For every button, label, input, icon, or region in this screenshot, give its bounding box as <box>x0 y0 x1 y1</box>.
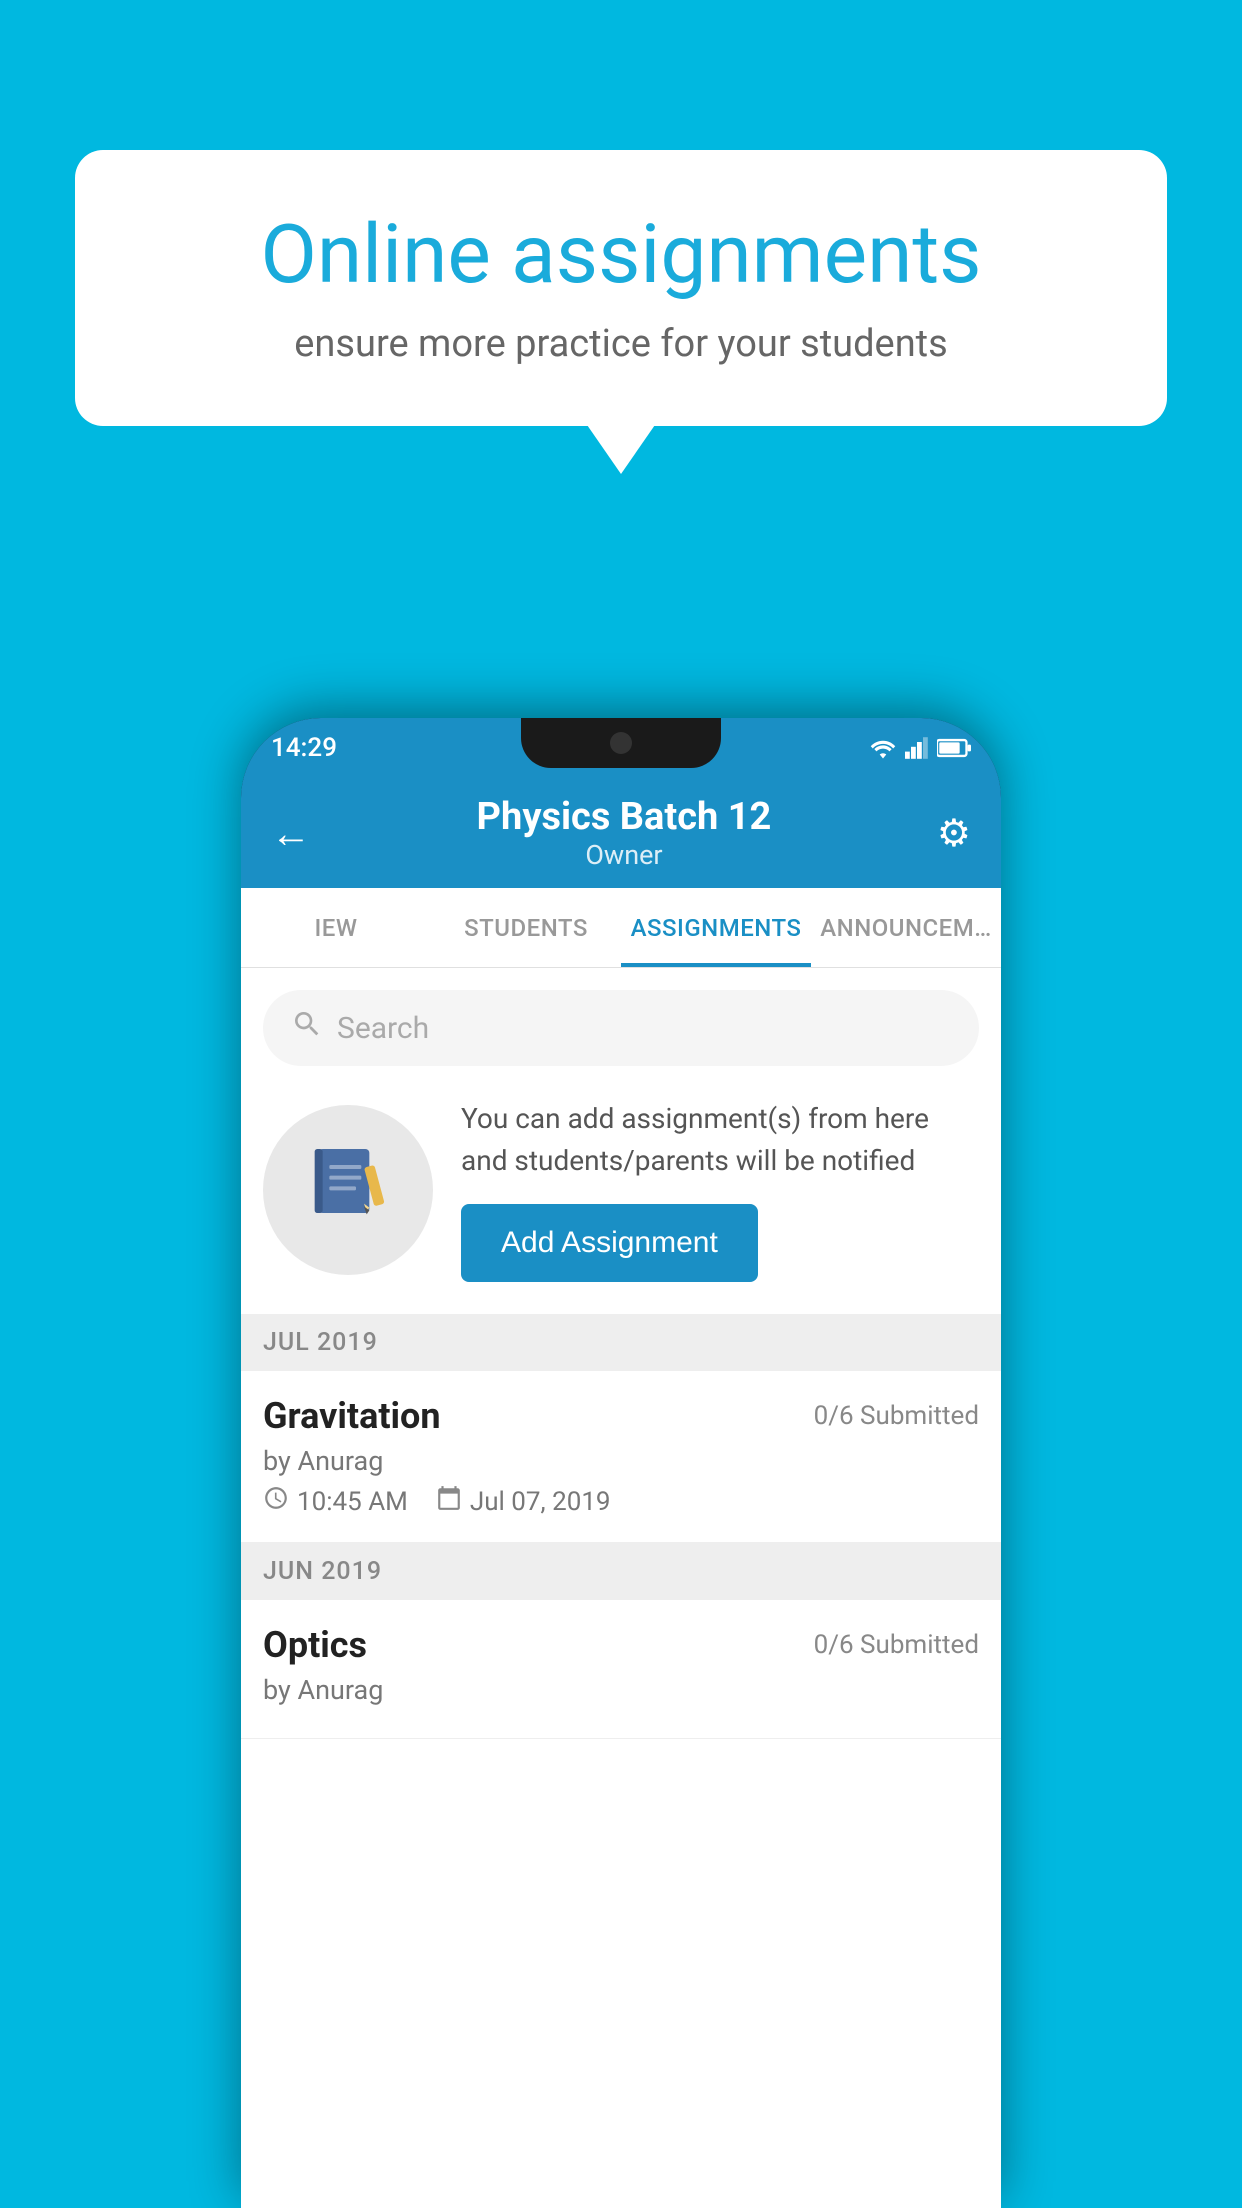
add-assignment-promo: You can add assignment(s) from here and … <box>263 1088 979 1292</box>
notebook-icon <box>308 1141 388 1239</box>
signal-icon <box>905 737 929 759</box>
status-time: 14:29 <box>271 733 337 763</box>
assignment-optics-by: by Anurag <box>263 1674 979 1706</box>
section-jun-2019: JUN 2019 <box>241 1543 1001 1600</box>
gravitation-time: 10:45 AM <box>297 1487 408 1517</box>
app-header: ← Physics Batch 12 Owner ⚙ <box>241 778 1001 888</box>
header-subtitle: Owner <box>477 839 772 871</box>
search-icon <box>291 1008 323 1048</box>
battery-icon <box>937 737 971 759</box>
speech-bubble-container: Online assignments ensure more practice … <box>75 150 1167 426</box>
add-assignment-button[interactable]: Add Assignment <box>461 1204 758 1282</box>
tab-iew[interactable]: IEW <box>241 888 431 967</box>
assignment-icon-circle <box>263 1105 433 1275</box>
search-svg <box>291 1008 323 1040</box>
phone-notch <box>521 718 721 768</box>
assignment-optics-header: Optics 0/6 Submitted <box>263 1624 979 1666</box>
header-title: Physics Batch 12 <box>477 795 772 839</box>
section-jun-label: JUN 2019 <box>263 1557 382 1586</box>
tabs-bar: IEW STUDENTS ASSIGNMENTS ANNOUNCEM… <box>241 888 1001 968</box>
phone-frame: 14:29 ← Phys <box>241 718 1001 2208</box>
tab-assignments[interactable]: ASSIGNMENTS <box>621 888 811 967</box>
assignment-gravitation-datetime: 10:45 AM Jul 07, 2019 <box>263 1485 979 1518</box>
promo-description: You can add assignment(s) from here and … <box>461 1098 979 1182</box>
speech-bubble-subtitle: ensure more practice for your students <box>145 322 1097 366</box>
camera-icon <box>610 732 632 754</box>
settings-button[interactable]: ⚙ <box>937 811 971 856</box>
assignment-gravitation[interactable]: Gravitation 0/6 Submitted by Anurag 10:4… <box>241 1371 1001 1543</box>
promo-right: You can add assignment(s) from here and … <box>461 1098 979 1282</box>
back-button[interactable]: ← <box>271 810 311 857</box>
section-jul-2019: JUL 2019 <box>241 1314 1001 1371</box>
assignment-optics-name: Optics <box>263 1624 367 1666</box>
assignment-gravitation-by: by Anurag <box>263 1445 979 1477</box>
notebook-svg <box>308 1141 388 1221</box>
tab-students[interactable]: STUDENTS <box>431 888 621 967</box>
speech-bubble: Online assignments ensure more practice … <box>75 150 1167 426</box>
assignment-optics-submitted: 0/6 Submitted <box>814 1630 979 1660</box>
assignment-gravitation-name: Gravitation <box>263 1395 441 1437</box>
search-bar[interactable]: Search <box>263 990 979 1066</box>
gravitation-date: Jul 07, 2019 <box>470 1487 611 1517</box>
wifi-icon <box>869 737 897 759</box>
clock-icon <box>263 1485 289 1518</box>
calendar-svg <box>436 1485 462 1511</box>
calendar-icon <box>436 1485 462 1518</box>
tab-announcements[interactable]: ANNOUNCEM… <box>811 888 1001 967</box>
search-placeholder: Search <box>337 1011 429 1046</box>
assignment-gravitation-header: Gravitation 0/6 Submitted <box>263 1395 979 1437</box>
header-center: Physics Batch 12 Owner <box>477 795 772 871</box>
speech-bubble-title: Online assignments <box>145 210 1097 300</box>
assignment-optics[interactable]: Optics 0/6 Submitted by Anurag <box>241 1600 1001 1739</box>
status-icons <box>869 737 971 759</box>
content-area: Search <box>241 968 1001 2208</box>
section-jul-label: JUL 2019 <box>263 1328 378 1357</box>
clock-svg <box>263 1485 289 1511</box>
assignment-gravitation-submitted: 0/6 Submitted <box>814 1401 979 1431</box>
gravitation-date-item: Jul 07, 2019 <box>436 1485 611 1518</box>
gravitation-time-item: 10:45 AM <box>263 1485 408 1518</box>
